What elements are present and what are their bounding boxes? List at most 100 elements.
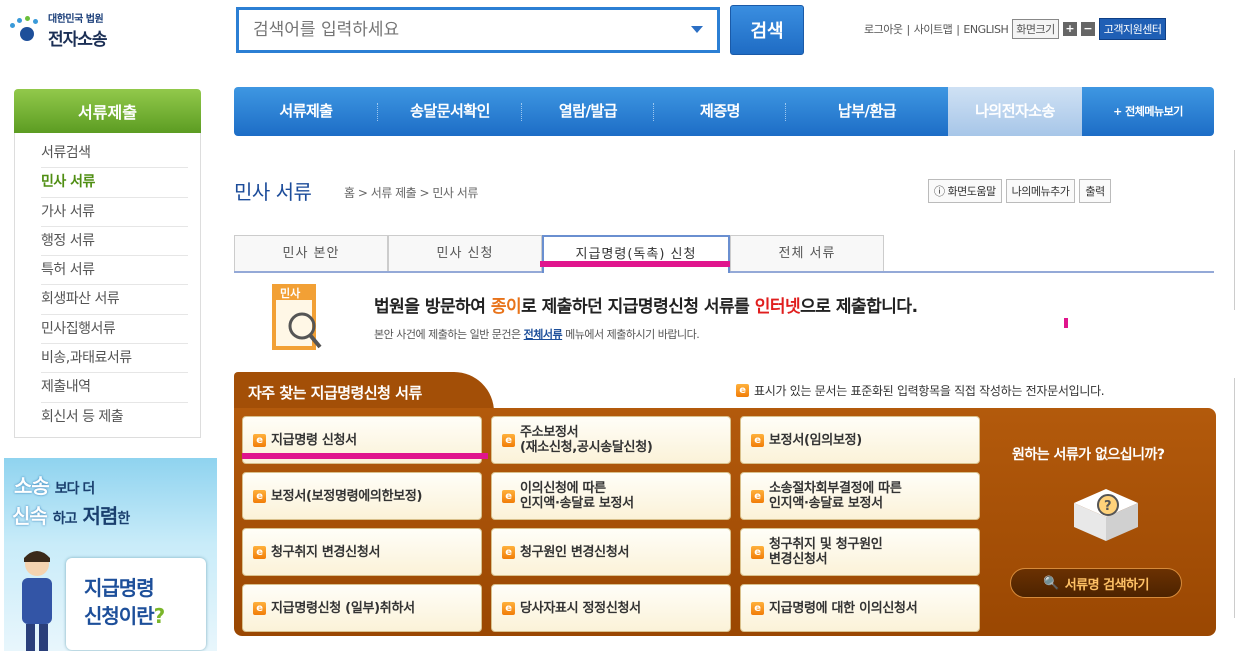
person-illustration-icon [22,551,52,651]
missing-document-question: 원하는 서류가 없으십니까? [1012,447,1165,463]
document-link[interactable]: e 청구취지 및 청구원인 변경신청서 [740,528,980,576]
sidebar-item-non-contentious[interactable]: 비송,과태료서류 [41,344,188,374]
sidebar-item-patent[interactable]: 특허 서류 [41,256,188,286]
page-tools: ⓘ 화면도움말 나의메뉴추가 출력 [928,179,1111,203]
sidebar-item-family[interactable]: 가사 서류 [41,198,188,227]
e-document-icon: e [502,601,515,615]
sidebar-item-bankruptcy[interactable]: 회생파산 서류 [41,285,188,315]
print-button[interactable]: 출력 [1079,179,1111,203]
info-headline: 법원을 방문하여 종이로 제출하던 지급명령신청 서류를 인터넷으로 제출합니다… [374,292,918,317]
document-label-line: 지급명령에 대한 이의신청서 [769,600,918,616]
all-menu-button[interactable]: + 전체메뉴보기 [1082,87,1214,136]
all-documents-link[interactable]: 전체서류 [524,328,563,341]
e-document-icon: e [751,545,764,559]
document-link[interactable]: e 이의신청에 따른 인지액·송달료 보정서 [491,472,731,520]
document-label-line: 이의신청에 따른 [520,481,606,496]
breadcrumb: 홈 > 서류 제출 > 민사 서류 [344,186,478,200]
logout-link[interactable]: 로그아웃 [864,21,903,37]
add-my-menu-button[interactable]: 나의메뉴추가 [1005,179,1076,203]
e-document-icon: e [502,433,515,447]
banner-title: 신청이란 [84,604,155,628]
dropdown-arrow-icon[interactable] [691,26,703,33]
sidebar-menu: 서류검색 민사 서류 가사 서류 행정 서류 특허 서류 회생파산 서류 민사집… [14,133,201,438]
nav-item-service-check[interactable]: 송달문서확인 [378,87,522,136]
sidebar-item-execution[interactable]: 민사집행서류 [41,315,188,345]
english-link[interactable]: ENGLISH [963,23,1008,36]
e-document-icon: e [253,433,266,447]
nav-item-my-e-litigation[interactable]: 나의전자소송 [948,87,1082,136]
document-label-line: (재소신청,공시송달신청) [520,440,653,455]
banner-text: 소송 [14,474,50,498]
document-link-label: 청구취지 변경신청서 [271,545,380,560]
logo-title: 전자소송 [48,30,108,50]
nav-item-view-issue[interactable]: 열람/발급 [522,87,654,136]
document-label-line: 청구취지 및 청구원인 [769,537,883,552]
logo-emblem-icon [8,15,42,45]
document-link[interactable]: e 지급명령신청 (일부)취하서 [242,584,482,632]
document-link[interactable]: e 소송절차회부결정에 따른 인지액·송달료 보정서 [740,472,980,520]
document-link-label: 주소보정서 (재소신청,공시송달신청) [520,425,653,455]
tab-payment-order[interactable]: 지급명령(독촉) 신청 [542,235,730,273]
screen-help-button[interactable]: ⓘ 화면도움말 [928,179,1002,203]
help-center-button[interactable]: 고객지원센터 [1098,18,1167,40]
payment-order-banner[interactable]: 소송 보다 더 신속 하고 저렴한 지급명령 신청이란? [4,458,217,651]
document-label-line: 보정서(보정명령에의한보정) [271,488,423,504]
civil-document-icon: 민사 [272,284,322,350]
font-decrease-button[interactable]: − [1080,22,1095,36]
document-link[interactable]: e 당사자표시 정정신청서 [491,584,731,632]
search-box[interactable] [236,7,720,53]
tab-all-documents[interactable]: 전체 서류 [730,235,884,271]
sidebar-item-submission-history[interactable]: 제출내역 [41,373,188,403]
sidebar-item-civil[interactable]: 민사 서류 [41,168,188,198]
e-document-icon: e [736,384,749,397]
document-label-line: 인지액·송달료 보정서 [520,496,634,511]
doc-icon-label: 민사 [280,286,301,300]
document-label-line: 지급명령신청 (일부)취하서 [271,600,415,616]
document-link[interactable]: e 주소보정서 (재소신청,공시송달신청) [491,416,731,464]
sidebar-item-reply-submission[interactable]: 회신서 등 제출 [41,403,188,432]
document-link-label: 지급명령신청 (일부)취하서 [271,601,415,616]
document-label-line: 보정서(임의보정) [769,432,862,448]
document-link[interactable]: e 보정서(보정명령에의한보정) [242,472,482,520]
nav-item-certificates[interactable]: 제증명 [654,87,786,136]
document-search-illustration-icon: ? [1074,489,1138,541]
search-suggestion-box: 원하는 서류가 없으십니까? ? 🔍 서류명 검색하기 [992,408,1216,636]
panel-note: e 표시가 있는 문서는 표준화된 입력항목을 직접 작성하는 전자문서입니다. [736,382,1105,399]
banner-question-mark: ? [153,604,166,628]
tab-civil-application[interactable]: 민사 신청 [388,235,542,271]
e-document-icon: e [751,489,764,503]
banner-title: 지급명령 [84,576,155,600]
document-link-label: 보정서(임의보정) [769,433,862,448]
highlight-mark [242,453,488,459]
document-label-line: 인지액·송달료 보정서 [769,496,883,511]
nav-item-payment-refund[interactable]: 납부/환급 [786,87,948,136]
sidebar-item-document-search[interactable]: 서류검색 [41,139,188,169]
document-label-line: 청구취지 변경신청서 [271,544,381,560]
document-label-line: 소송절차회부결정에 따른 [769,481,902,496]
search-button-label: 서류명 검색하기 [1064,577,1150,593]
document-link[interactable]: e 지급명령에 대한 이의신청서 [740,584,980,632]
document-name-search-button[interactable]: 🔍 서류명 검색하기 [1010,568,1182,598]
court-logo[interactable]: 대한민국 법원 전자소송 [8,10,148,50]
info-text: 로 제출하던 지급명령신청 서류를 [521,297,755,317]
sidebar-item-administrative[interactable]: 행정 서류 [41,227,188,257]
sitemap-link[interactable]: 사이트맵 [914,21,953,37]
sidebar-title: 서류제출 [14,89,201,133]
document-link[interactable]: e 보정서(임의보정) [740,416,980,464]
document-link-label: 소송절차회부결정에 따른 인지액·송달료 보정서 [769,481,902,511]
document-link[interactable]: e 청구취지 변경신청서 [242,528,482,576]
e-document-icon: e [751,601,764,615]
nav-item-document-submission[interactable]: 서류제출 [234,87,378,136]
banner-calendar-card: 지급명령 신청이란? [66,558,206,650]
search-input[interactable] [253,20,673,40]
search-button[interactable]: 검색 [730,5,804,55]
banner-text: 한 [117,511,130,527]
e-document-icon: e [751,433,764,447]
side-edge [1234,378,1238,618]
banner-text: 보다 더 [54,481,96,497]
tab-civil-main[interactable]: 민사 본안 [234,235,388,271]
utility-links: 로그아웃 | 사이트맵 | ENGLISH 화면크기 + − 고객지원센터 [862,18,1168,40]
font-increase-button[interactable]: + [1062,22,1077,36]
document-link[interactable]: e 청구원인 변경신청서 [491,528,731,576]
font-size-label: 화면크기 [1012,19,1059,39]
